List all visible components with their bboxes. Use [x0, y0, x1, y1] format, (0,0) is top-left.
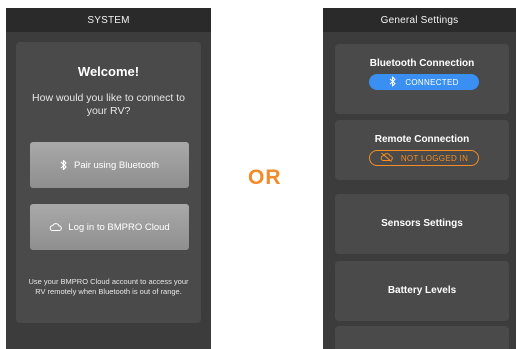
system-title: SYSTEM	[6, 8, 211, 32]
pair-bluetooth-label: Pair using Bluetooth	[73, 159, 160, 171]
bluetooth-icon	[389, 75, 397, 89]
sensors-settings-title: Sensors Settings	[381, 218, 463, 229]
connected-status-text: CONNECTED	[405, 77, 459, 87]
pair-bluetooth-button[interactable]: Pair using Bluetooth	[30, 142, 189, 188]
battery-levels-title: Battery Levels	[387, 285, 457, 296]
battery-levels-card[interactable]: Battery Levels	[335, 261, 509, 321]
general-settings-screen: General Settings Bluetooth Connection CO…	[323, 8, 516, 349]
partial-settings-card[interactable]	[335, 326, 509, 349]
general-settings-title: General Settings	[323, 8, 516, 32]
not-logged-in-badge: NOT LOGGED IN	[369, 150, 479, 166]
connected-status-badge: CONNECTED	[369, 74, 479, 90]
bluetooth-icon	[60, 159, 68, 171]
bluetooth-connection-card[interactable]: Bluetooth Connection CONNECTED	[335, 44, 509, 114]
cloud-icon	[49, 222, 63, 232]
login-cloud-button[interactable]: Log in to BMPRO Cloud	[30, 204, 189, 250]
cloud-off-icon	[380, 152, 393, 164]
not-logged-in-text: NOT LOGGED IN	[400, 153, 469, 163]
remote-connection-title: Remote Connection	[374, 134, 470, 145]
welcome-title: Welcome!	[77, 64, 140, 79]
cloud-footnote: Use your BMPRO Cloud account to access y…	[28, 277, 189, 296]
remote-connection-card[interactable]: Remote Connection NOT LOGGED IN	[335, 120, 509, 180]
sensors-settings-card[interactable]: Sensors Settings	[335, 194, 509, 254]
login-cloud-label: Log in to BMPRO Cloud	[68, 221, 170, 233]
bluetooth-connection-title: Bluetooth Connection	[369, 58, 475, 69]
system-screen: SYSTEM Welcome! How would you like to co…	[6, 8, 211, 349]
welcome-card: Welcome! How would you like to connect t…	[16, 42, 201, 323]
welcome-question: How would you like to connect to your RV…	[32, 92, 185, 117]
or-separator: OR	[248, 166, 282, 189]
